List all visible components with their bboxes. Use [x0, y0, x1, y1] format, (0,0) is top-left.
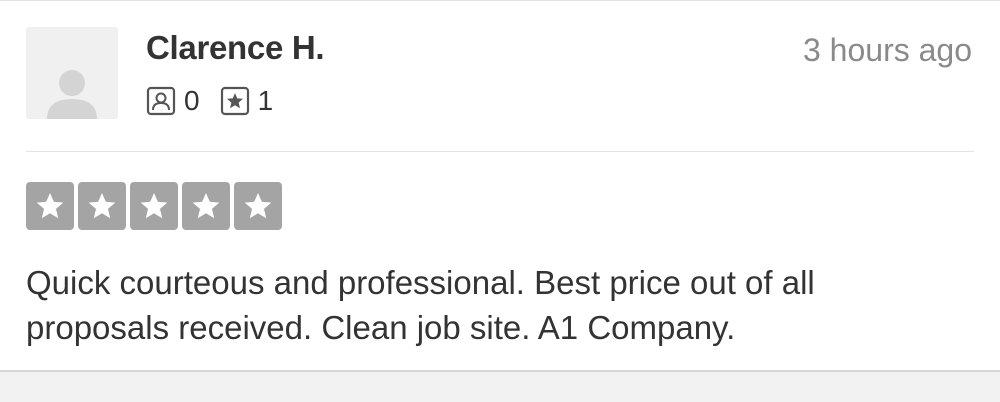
star-icon	[36, 193, 64, 219]
divider	[26, 151, 974, 152]
star-1	[26, 182, 74, 230]
author-name[interactable]: Clarence H.	[146, 29, 325, 67]
author-stats: 0 1	[146, 84, 293, 118]
star-3	[130, 182, 178, 230]
review-timestamp: 3 hours ago	[802, 32, 972, 68]
user-silhouette-icon	[47, 70, 97, 119]
star-icon	[88, 193, 116, 219]
friends-stat: 0	[146, 85, 200, 117]
star-2	[78, 182, 126, 230]
reviews-stat: 1	[220, 85, 274, 117]
star-badge-icon	[220, 86, 249, 116]
star-rating	[26, 182, 286, 230]
review-text: Quick courteous and professional. Best p…	[26, 264, 815, 346]
reviews-count: 1	[257, 85, 274, 116]
review-card: Clarence H. 3 hours ago 0 1 Quick courte…	[0, 0, 1000, 372]
user-badge-icon	[146, 86, 176, 116]
avatar[interactable]	[26, 27, 118, 119]
star-4	[182, 182, 230, 230]
star-5	[234, 182, 282, 230]
friends-count: 0	[184, 85, 200, 116]
star-icon	[140, 193, 168, 219]
star-icon	[244, 193, 272, 219]
star-icon	[192, 193, 220, 219]
